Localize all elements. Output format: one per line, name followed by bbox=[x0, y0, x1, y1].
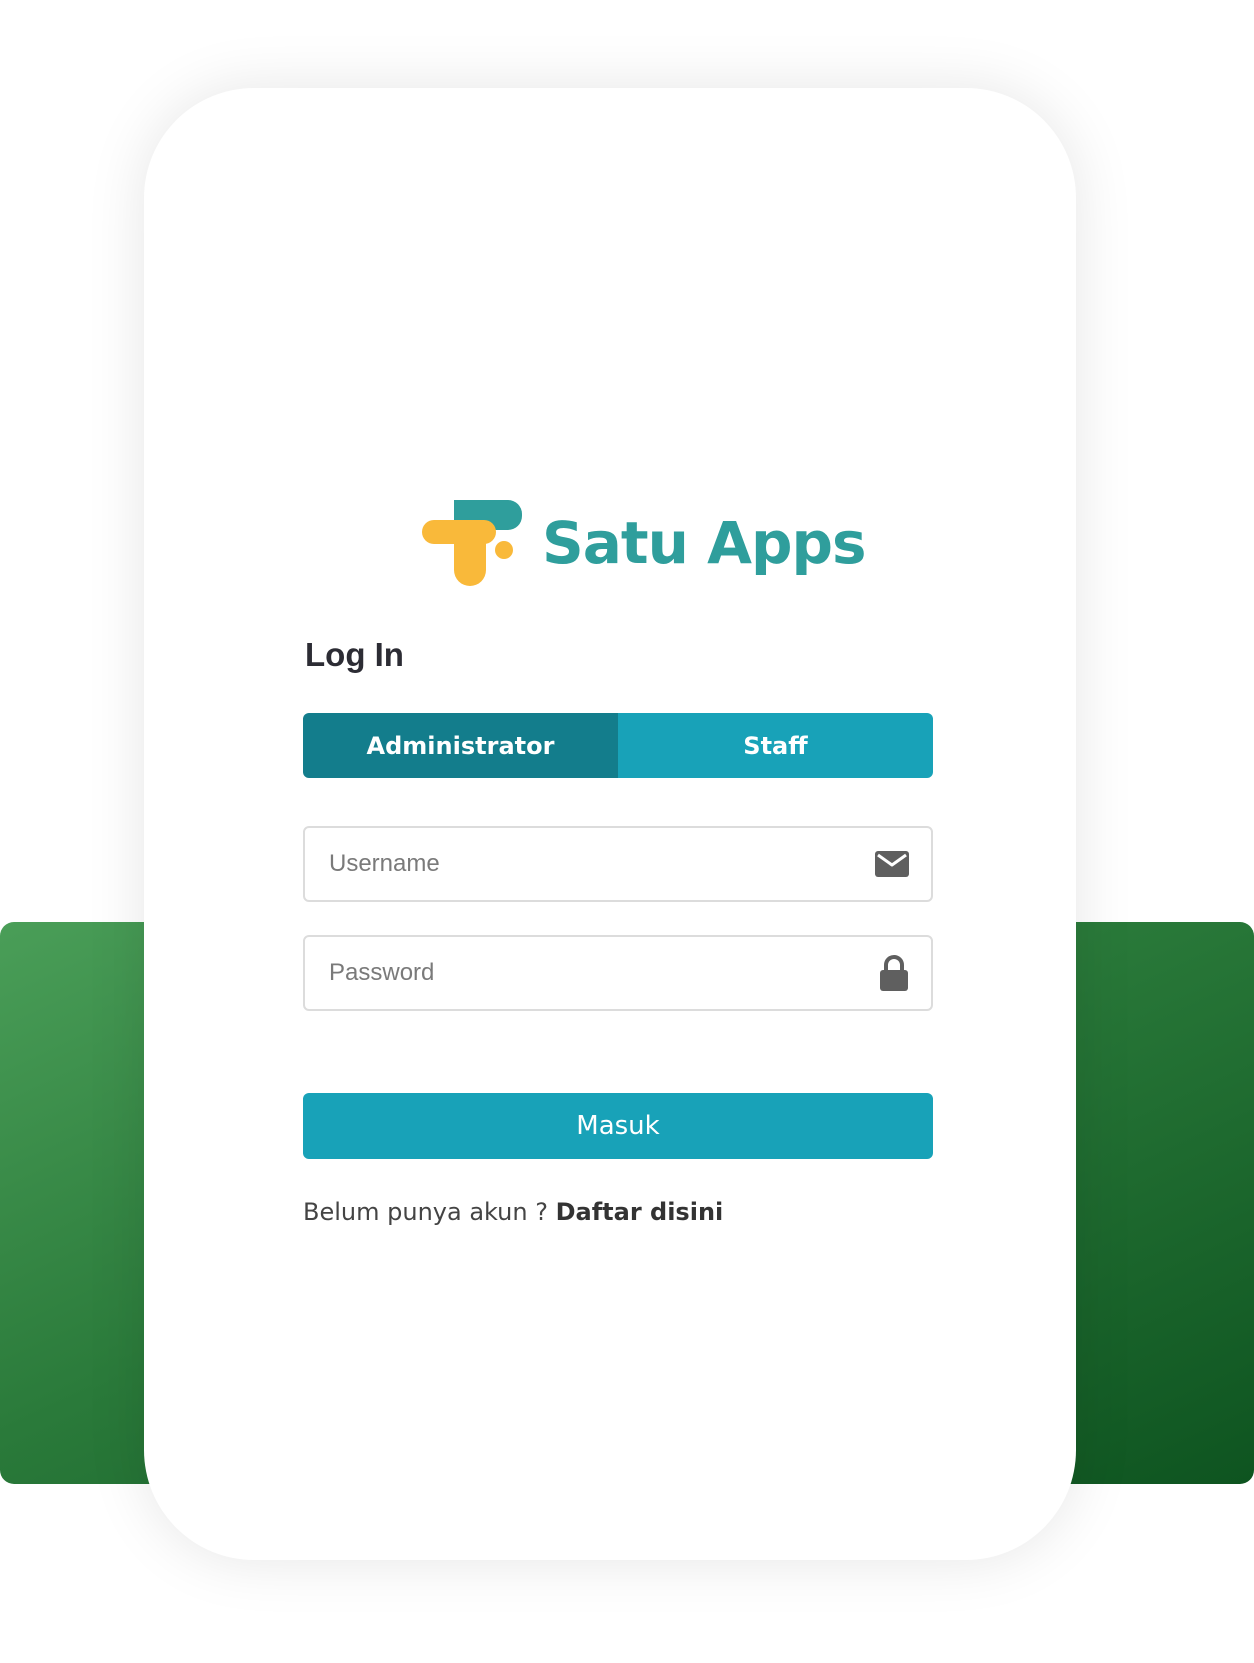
role-toggle: Administrator Staff bbox=[303, 713, 933, 778]
register-link[interactable]: Daftar disini bbox=[556, 1198, 724, 1226]
login-card bbox=[144, 88, 1076, 1560]
lock-icon bbox=[879, 955, 909, 991]
register-prompt: Belum punya akun ? Daftar disini bbox=[303, 1198, 723, 1226]
register-prompt-text: Belum punya akun ? bbox=[303, 1198, 548, 1226]
app-logo: Satu Apps bbox=[422, 500, 867, 586]
role-staff-button[interactable]: Staff bbox=[618, 713, 933, 778]
satu-apps-logo-icon bbox=[422, 500, 522, 586]
password-field bbox=[303, 935, 933, 1011]
app-name: Satu Apps bbox=[542, 509, 867, 577]
username-input[interactable] bbox=[305, 828, 869, 900]
role-administrator-button[interactable]: Administrator bbox=[303, 713, 618, 778]
login-submit-button[interactable]: Masuk bbox=[303, 1093, 933, 1159]
password-input[interactable] bbox=[305, 937, 869, 1009]
page-background: Satu Apps Log In Administrator Staff Mas… bbox=[0, 0, 1254, 1663]
page-title: Log In bbox=[305, 636, 404, 673]
username-field bbox=[303, 826, 933, 902]
envelope-icon bbox=[875, 851, 909, 877]
